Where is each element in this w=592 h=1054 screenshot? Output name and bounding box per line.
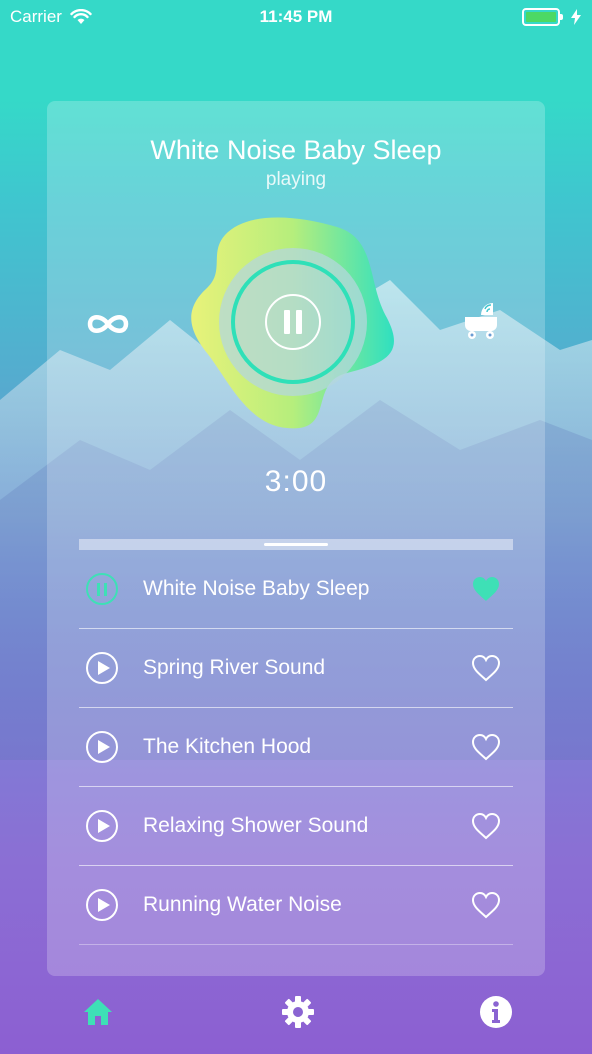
- track-play-button[interactable]: [86, 889, 118, 921]
- favorite-heart-icon[interactable]: [471, 812, 501, 840]
- pause-icon: [97, 582, 100, 596]
- progress-indicator[interactable]: [264, 543, 328, 546]
- track-label: White Noise Baby Sleep: [143, 577, 370, 600]
- home-icon: [84, 999, 112, 1025]
- pause-icon: [265, 294, 321, 350]
- tab-info[interactable]: [478, 994, 514, 1030]
- track-list: White Noise Baby Sleep Spring River Sound…: [79, 550, 513, 945]
- play-icon: [98, 740, 110, 754]
- tab-home[interactable]: [80, 994, 116, 1030]
- favorite-heart-icon[interactable]: [471, 733, 501, 761]
- tab-settings[interactable]: [280, 994, 316, 1030]
- info-icon: [480, 996, 512, 1028]
- status-time: 11:45 PM: [259, 7, 333, 26]
- track-pause-button[interactable]: [86, 573, 118, 605]
- sleep-timer[interactable]: 3:00: [47, 465, 545, 499]
- now-playing-title: White Noise Baby Sleep: [150, 135, 442, 165]
- track-row[interactable]: White Noise Baby Sleep: [79, 550, 513, 629]
- track-label: Running Water Noise: [143, 893, 342, 916]
- track-label: Spring River Sound: [143, 656, 326, 679]
- player-card: White Noise Baby Sleep playing 3:00 Whit…: [47, 101, 545, 976]
- status-bar: Carrier 11:45 PM: [0, 0, 592, 34]
- favorite-heart-icon[interactable]: [471, 654, 501, 682]
- track-row[interactable]: Spring River Sound: [79, 629, 513, 708]
- track-row[interactable]: Running Water Noise: [79, 866, 513, 945]
- battery-icon: [522, 8, 563, 26]
- play-icon: [98, 661, 110, 675]
- infinity-loop-icon[interactable]: [85, 311, 131, 337]
- pause-ring: [231, 260, 355, 384]
- track-play-button[interactable]: [86, 652, 118, 684]
- track-label: The Kitchen Hood: [143, 735, 312, 758]
- tab-bar: [0, 984, 592, 1040]
- track-label: Relaxing Shower Sound: [143, 814, 369, 837]
- favorite-heart-icon[interactable]: [471, 891, 501, 919]
- track-play-button[interactable]: [86, 810, 118, 842]
- now-playing-status: playing: [265, 169, 327, 190]
- stroller-icon[interactable]: [461, 301, 501, 341]
- track-play-button[interactable]: [86, 731, 118, 763]
- main-pause-button[interactable]: [219, 248, 367, 396]
- play-icon: [98, 898, 110, 912]
- pause-icon-bar: [104, 582, 107, 596]
- track-row[interactable]: The Kitchen Hood: [79, 708, 513, 787]
- track-row[interactable]: Relaxing Shower Sound: [79, 787, 513, 866]
- favorite-heart-icon[interactable]: [471, 575, 501, 603]
- play-icon: [98, 819, 110, 833]
- gear-icon: [282, 996, 314, 1028]
